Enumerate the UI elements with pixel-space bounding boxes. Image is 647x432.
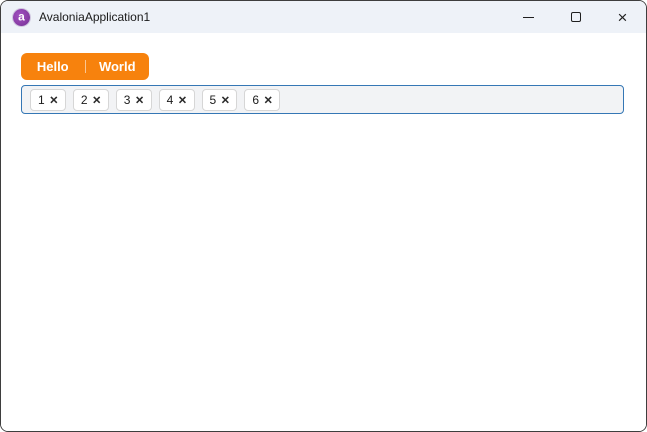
chip-remove-icon[interactable]: × [178, 92, 186, 106]
maximize-icon [570, 12, 581, 22]
caption-buttons: × [505, 1, 646, 33]
chip[interactable]: 4 × [158, 88, 195, 111]
tab-world[interactable]: World [86, 53, 150, 80]
chip-label: 5 [209, 92, 217, 107]
maximize-button[interactable] [552, 1, 599, 33]
app-window: a AvaloniaApplication1 × Hello World 1 × 2… [0, 0, 647, 432]
minimize-icon [523, 16, 534, 18]
chips-input[interactable]: 1 × 2 × 3 × 4 × 5 × 6 × [21, 85, 624, 114]
close-icon: × [617, 7, 628, 27]
chip-remove-icon[interactable]: × [135, 92, 143, 106]
chip-label: 6 [252, 92, 260, 107]
chip-remove-icon[interactable]: × [221, 92, 229, 106]
tab-hello[interactable]: Hello [21, 53, 85, 80]
chip-label: 2 [80, 92, 88, 107]
chip[interactable]: 1 × [30, 88, 66, 111]
chip-remove-icon[interactable]: × [50, 92, 58, 106]
minimize-button[interactable] [505, 1, 552, 33]
chip-label: 3 [123, 92, 131, 107]
chip-label: 1 [38, 92, 45, 107]
chip[interactable]: 3 × [115, 88, 152, 111]
chip[interactable]: 6 × [244, 88, 281, 111]
chip-remove-icon[interactable]: × [264, 92, 272, 106]
chip-remove-icon[interactable]: × [93, 92, 101, 106]
avalonia-logo-letter: a [18, 9, 25, 24]
chip[interactable]: 5 × [201, 88, 238, 111]
window-title: AvaloniaApplication1 [39, 10, 151, 24]
window-content: Hello World 1 × 2 × 3 × 4 × 5 × 6 × [1, 33, 646, 431]
chip-label: 4 [166, 92, 174, 107]
chip[interactable]: 2 × [72, 88, 109, 111]
close-button[interactable]: × [599, 1, 646, 33]
avalonia-logo-icon: a [13, 8, 30, 26]
titlebar[interactable]: a AvaloniaApplication1 × [1, 1, 646, 33]
tab-strip: Hello World [21, 53, 149, 80]
